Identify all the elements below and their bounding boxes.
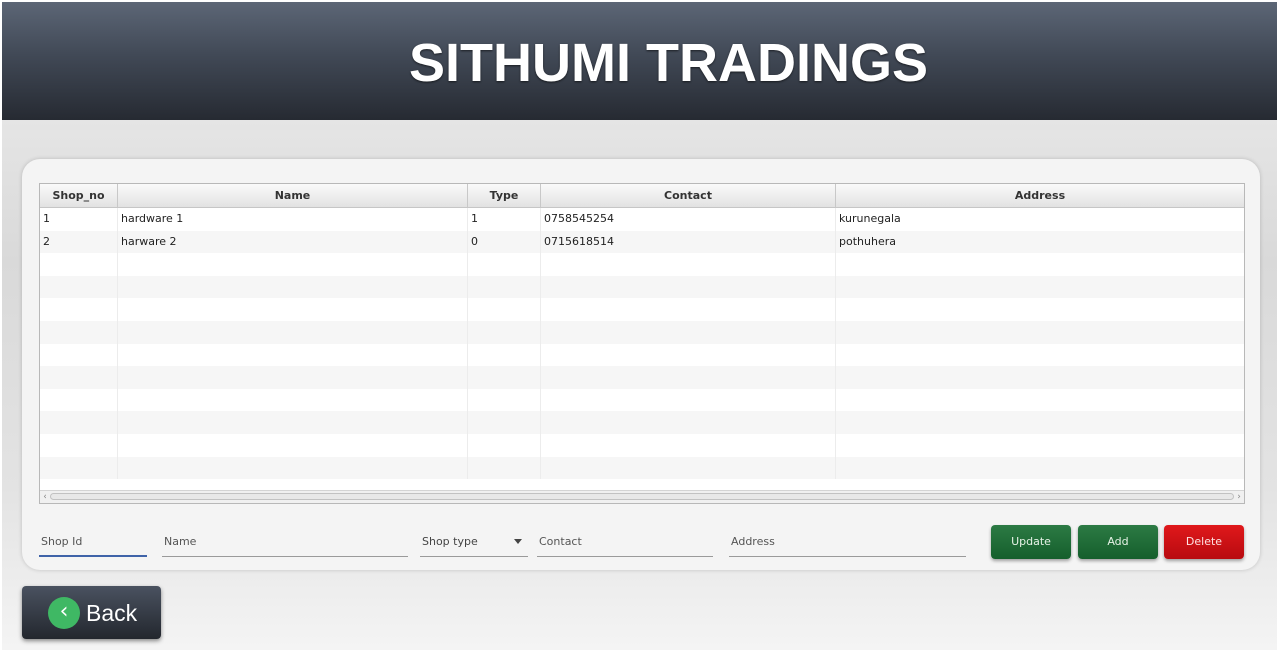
- column-header-contact[interactable]: Contact: [541, 184, 836, 207]
- add-button[interactable]: Add: [1078, 525, 1158, 559]
- back-label: Back: [86, 600, 138, 626]
- cell-name: hardware 1: [118, 208, 468, 231]
- table-body: 1 hardware 1 1 0758545254 kurunegala 2 h…: [40, 208, 1244, 480]
- header-banner: SITHUMI TRADINGS: [2, 2, 1277, 120]
- cell-contact: 0715618514: [541, 230, 836, 254]
- contact-input[interactable]: [537, 526, 715, 556]
- shop-id-input[interactable]: [39, 526, 149, 556]
- empty-row: [40, 275, 1244, 299]
- scroll-left-icon[interactable]: ‹: [40, 491, 50, 503]
- cell-type: 1: [468, 208, 541, 231]
- column-header-name[interactable]: Name: [118, 184, 468, 207]
- chevron-down-icon[interactable]: [514, 538, 522, 544]
- empty-row: [40, 366, 1244, 389]
- name-field[interactable]: [162, 526, 410, 557]
- address-field[interactable]: [729, 526, 968, 557]
- column-header-address[interactable]: Address: [836, 184, 1244, 207]
- empty-row: [40, 411, 1244, 434]
- empty-row: [40, 456, 1244, 480]
- shop-id-field[interactable]: [39, 526, 149, 557]
- address-input[interactable]: [729, 526, 968, 556]
- page-title: SITHUMI TRADINGS: [409, 33, 928, 93]
- table-header: Shop_no Name Type Contact Address: [40, 184, 1244, 208]
- empty-row: [40, 320, 1244, 344]
- empty-row: [40, 388, 1244, 412]
- cell-type: 0: [468, 230, 541, 254]
- name-input[interactable]: [162, 526, 410, 556]
- table-row[interactable]: 2 harware 2 0 0715618514 pothuhera: [40, 230, 1244, 254]
- scroll-right-icon[interactable]: ›: [1234, 491, 1244, 503]
- column-header-shop-no[interactable]: Shop_no: [40, 184, 118, 207]
- cell-shop-no: 2: [40, 230, 118, 254]
- shops-panel: Shop_no Name Type Contact Address 1 hard…: [22, 159, 1260, 570]
- chevron-left-icon: ‹: [48, 597, 80, 629]
- update-button[interactable]: Update: [991, 525, 1071, 559]
- shop-type-select[interactable]: Shop type: [420, 526, 528, 557]
- cell-contact: 0758545254: [541, 208, 836, 231]
- cell-address: pothuhera: [839, 234, 896, 248]
- delete-button[interactable]: Delete: [1164, 525, 1244, 559]
- cell-shop-no: 1: [40, 208, 118, 231]
- cell-name: harware 2: [118, 230, 468, 254]
- empty-row: [40, 298, 1244, 321]
- contact-field[interactable]: [537, 526, 715, 557]
- shop-type-label: Shop type: [422, 534, 478, 548]
- empty-row: [40, 433, 1244, 457]
- scrollbar-thumb[interactable]: [50, 493, 1234, 500]
- empty-row: [40, 343, 1244, 367]
- cell-address: kurunegala: [839, 212, 901, 225]
- back-button[interactable]: ‹ Back: [22, 586, 161, 639]
- horizontal-scrollbar[interactable]: ‹ ›: [40, 490, 1244, 503]
- column-header-type[interactable]: Type: [468, 184, 541, 207]
- table-row[interactable]: 1 hardware 1 1 0758545254 kurunegala: [40, 208, 1244, 231]
- shops-table[interactable]: Shop_no Name Type Contact Address 1 hard…: [39, 183, 1245, 504]
- empty-row: [40, 253, 1244, 276]
- app-window: SITHUMI TRADINGS Shop_no Name Type Conta…: [2, 2, 1277, 650]
